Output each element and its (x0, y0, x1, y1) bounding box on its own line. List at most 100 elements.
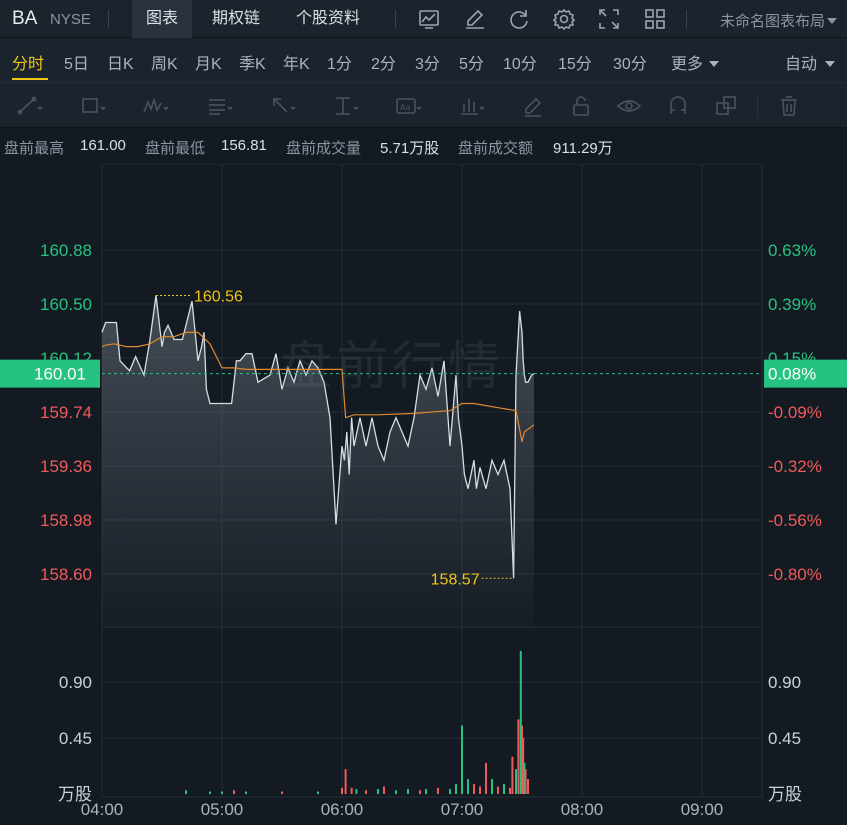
period-30min[interactable]: 30分 (613, 50, 647, 74)
trend-line-tool-icon[interactable] (12, 90, 44, 122)
bar-pattern-tool-icon[interactable] (454, 90, 486, 122)
chevron-down-icon (827, 18, 837, 24)
premarket-stats: 盘前最高 161.00 盘前最低 156.81 盘前成交量 5.71万股 盘前成… (0, 128, 847, 164)
more-label: 更多 (671, 56, 704, 73)
volume-bar[interactable] (485, 762, 487, 794)
premarket-high-label: 盘前最高 (4, 140, 65, 157)
premarket-low-value: 156.81 (221, 137, 267, 154)
eye-icon[interactable] (613, 90, 645, 122)
fullscreen-icon[interactable] (594, 4, 624, 34)
layout-name-label: 未命名图表布局 (719, 13, 825, 30)
volume-bar[interactable] (341, 787, 343, 794)
volume-unit-label: 万股 (768, 785, 802, 804)
period-3min[interactable]: 3分 (415, 50, 440, 74)
arrow-tool-icon[interactable] (265, 90, 297, 122)
period-10min[interactable]: 10分 (503, 50, 537, 74)
volume-bar[interactable] (344, 769, 347, 794)
premarket-high-value: 161.00 (80, 137, 126, 154)
layout-grid-icon[interactable] (640, 4, 670, 34)
period-15min[interactable]: 15分 (558, 50, 592, 74)
volume-bar[interactable] (517, 719, 520, 794)
time-axis-tick: 06:00 (321, 800, 364, 819)
tab-options-chain[interactable]: 期权链 (198, 0, 274, 38)
toolbar-divider (757, 95, 758, 117)
volume-bar[interactable] (407, 789, 409, 794)
price-axis-tick: 159.36 (40, 457, 92, 476)
fibonacci-tool-icon[interactable] (202, 90, 234, 122)
time-axis-tick: 04:00 (81, 800, 124, 819)
period-5min[interactable]: 5分 (459, 50, 484, 74)
volume-bar[interactable] (497, 786, 499, 794)
volume-bar[interactable] (467, 779, 469, 794)
volume-bar[interactable] (383, 786, 385, 794)
period-5day[interactable]: 5日 (64, 50, 89, 74)
premarket-low-label: 盘前最低 (145, 140, 206, 157)
volume-bar[interactable] (515, 769, 517, 794)
refresh-icon[interactable] (504, 4, 534, 34)
volume-bar[interactable] (524, 769, 527, 794)
brush-tool-icon[interactable] (517, 90, 549, 122)
volume-bar[interactable] (511, 756, 514, 794)
period-weekly[interactable]: 周K (151, 50, 178, 74)
period-intraday[interactable]: 分时 (12, 50, 44, 74)
period-monthly[interactable]: 月K (195, 50, 222, 74)
volume-bar[interactable] (185, 790, 187, 794)
rectangle-tool-icon[interactable] (75, 90, 107, 122)
period-2min[interactable]: 2分 (371, 50, 396, 74)
premarket-amount-value: 911.29万 (553, 140, 613, 157)
chart-canvas[interactable]: 160.56158.57160.88 0.63%160.50 0.39%160.12… (0, 164, 847, 825)
volume-bar[interactable] (509, 787, 511, 794)
volume-bar[interactable] (437, 787, 439, 794)
percent-axis-tick: 0.63% (768, 241, 816, 260)
text-tool-icon[interactable]: Aa (391, 90, 423, 122)
volume-bar[interactable] (221, 791, 223, 794)
percent-axis-tick: 0.39% (768, 295, 816, 314)
period-daily[interactable]: 日K (107, 50, 134, 74)
auto-scale-selector[interactable]: 自动 (785, 50, 836, 74)
volume-bar[interactable] (491, 779, 493, 794)
min-price-label: 158.57 (431, 571, 480, 588)
price-axis-tick: 158.60 (40, 565, 92, 584)
volume-bar[interactable] (355, 789, 358, 794)
chart-header: BA NYSE 图表 期权链 个股资料 未命名图表布局 (0, 0, 847, 38)
tab-company-profile[interactable]: 个股资料 (282, 0, 374, 38)
layout-selector[interactable]: 未命名图表布局 (720, 10, 837, 31)
volume-bar[interactable] (449, 789, 451, 794)
intraday-chart[interactable]: 160.56 158.57 160.88 0.63% 160.50 0.39% 160.12… (0, 164, 847, 825)
exchange-label: NYSE (50, 11, 91, 28)
volume-bar[interactable] (461, 725, 463, 794)
volume-bar[interactable] (455, 784, 457, 794)
volume-bar[interactable] (479, 786, 481, 794)
period-1min[interactable]: 1分 (327, 50, 352, 74)
volume-bar[interactable] (365, 790, 367, 794)
draw-pen-icon[interactable] (460, 4, 490, 34)
measure-tool-icon[interactable] (328, 90, 360, 122)
indicator-icon[interactable] (414, 4, 444, 34)
volume-bar[interactable] (245, 791, 247, 794)
volume-bar[interactable] (317, 791, 319, 794)
volume-bar[interactable] (473, 784, 475, 794)
lock-icon[interactable] (565, 90, 597, 122)
magnet-icon[interactable] (662, 90, 694, 122)
period-quarterly[interactable]: 季K (239, 50, 266, 74)
volume-bar[interactable] (419, 790, 421, 794)
period-yearly[interactable]: 年K (283, 50, 310, 74)
percent-axis-tick: -0.32% (768, 457, 822, 476)
gear-icon[interactable] (549, 4, 579, 34)
volume-axis-tick: 0.45 (768, 729, 801, 748)
volume-bar[interactable] (527, 779, 529, 794)
volume-bar[interactable] (377, 789, 379, 794)
price-axis-tick: 158.98 (40, 511, 92, 530)
volume-bar[interactable] (425, 789, 427, 794)
layers-icon[interactable] (710, 90, 742, 122)
tab-chart[interactable]: 图表 (132, 0, 193, 38)
volume-bar[interactable] (350, 787, 353, 794)
period-more[interactable]: 更多 (671, 50, 720, 74)
volume-bar[interactable] (395, 790, 397, 794)
volume-bar[interactable] (233, 790, 235, 794)
volume-bar[interactable] (209, 791, 211, 794)
wave-tool-icon[interactable] (138, 90, 170, 122)
trash-icon[interactable] (773, 90, 805, 122)
volume-bar[interactable] (503, 784, 505, 794)
volume-bar[interactable] (281, 791, 283, 794)
